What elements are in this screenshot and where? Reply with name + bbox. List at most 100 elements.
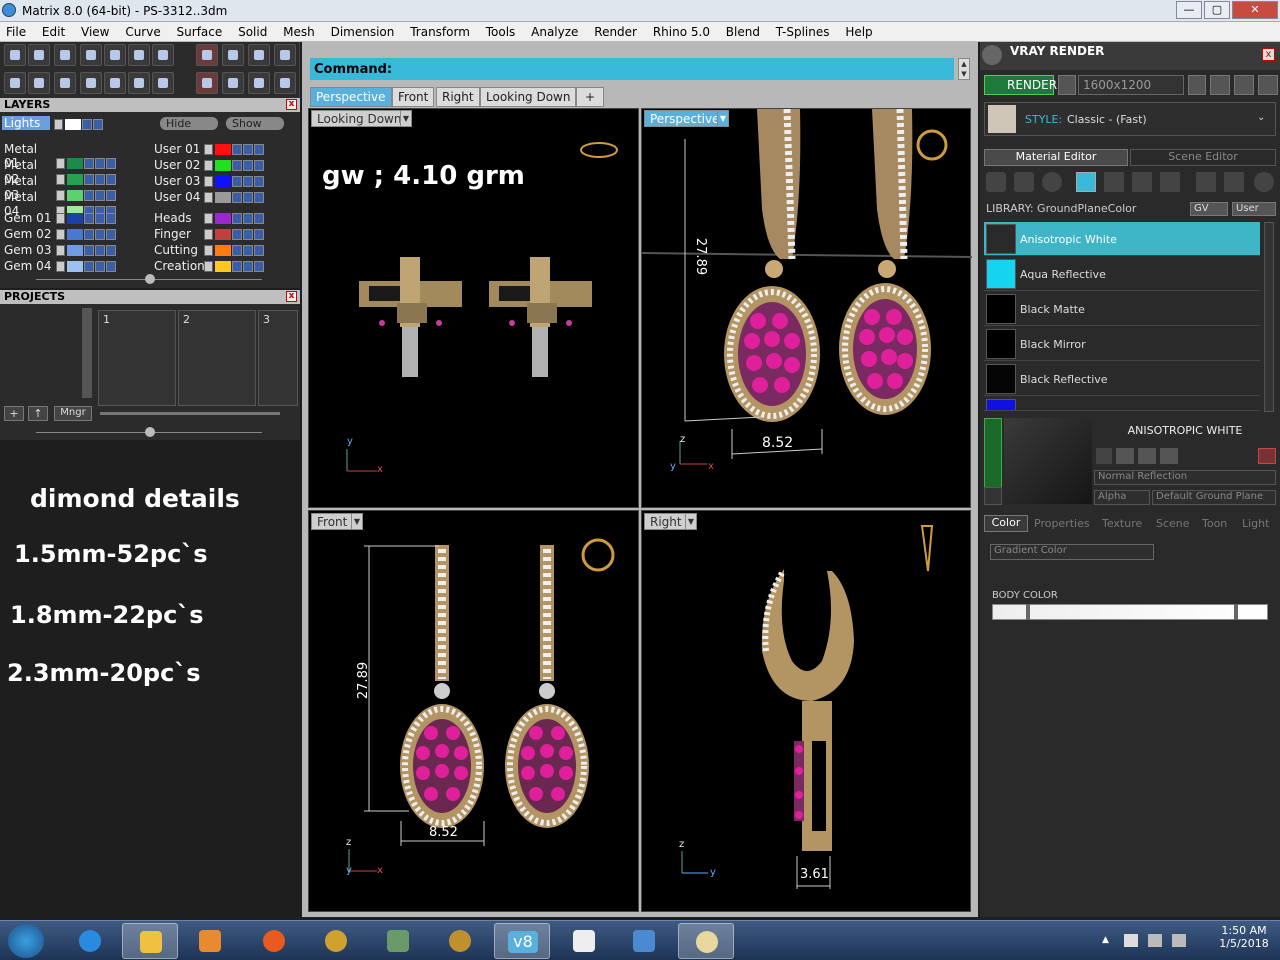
- tray-arrow-icon[interactable]: ▲: [1102, 935, 1109, 945]
- subtab-texture[interactable]: Texture: [1102, 517, 1142, 530]
- layer-row[interactable]: Heads: [154, 211, 264, 225]
- maximize-button[interactable]: ▢: [1204, 1, 1230, 19]
- menu-analyze[interactable]: Analyze: [525, 22, 584, 39]
- select-icon[interactable]: [254, 160, 264, 171]
- network-icon[interactable]: [1148, 934, 1162, 947]
- lights-swatch[interactable]: [65, 119, 81, 130]
- tab-right[interactable]: Right: [436, 87, 480, 107]
- system-clock[interactable]: 1:50 AM 1/5/2018: [1214, 924, 1274, 950]
- gem-icon[interactable]: [1014, 172, 1034, 192]
- visibility-icon[interactable]: [95, 213, 105, 224]
- tab-material-editor[interactable]: Material Editor: [984, 149, 1128, 166]
- command-scroll[interactable]: ▲ ▼: [958, 58, 970, 80]
- close-icon[interactable]: x: [286, 99, 297, 110]
- material-item[interactable]: Aqua Reflective: [984, 257, 1260, 291]
- visibility-icon[interactable]: [95, 245, 105, 256]
- taskbar-matrix[interactable]: v8: [494, 923, 550, 959]
- layer-row[interactable]: Gem 04: [4, 259, 116, 273]
- viewport-right[interactable]: Right ▼ 3.61 z y: [641, 510, 971, 912]
- layer-color-swatch[interactable]: [215, 229, 231, 240]
- lock-icon[interactable]: [232, 213, 242, 224]
- window-tool-icon[interactable]: [28, 72, 50, 94]
- subtab-light[interactable]: Light: [1242, 517, 1269, 530]
- add-view-button[interactable]: +: [576, 87, 604, 107]
- expand-icon[interactable]: [204, 192, 213, 203]
- select-icon[interactable]: [106, 213, 116, 224]
- material-scrollbar[interactable]: [1264, 222, 1274, 412]
- visibility-icon[interactable]: [243, 245, 253, 256]
- layer-color-swatch[interactable]: [215, 176, 231, 187]
- pattern-icon[interactable]: [1132, 172, 1152, 192]
- select-icon[interactable]: [254, 213, 264, 224]
- layer-row[interactable]: Gem 02: [4, 227, 116, 241]
- taskbar-explorer[interactable]: [122, 923, 178, 959]
- select-icon[interactable]: [254, 229, 264, 240]
- layer-color-swatch[interactable]: [67, 245, 83, 256]
- visibility-icon[interactable]: [243, 192, 253, 203]
- layer-row[interactable]: User 04: [154, 190, 264, 204]
- lock-icon[interactable]: [84, 213, 94, 224]
- taskbar-monitor[interactable]: [370, 923, 426, 959]
- picker-icon[interactable]: [1196, 172, 1216, 192]
- chevron-down-icon[interactable]: ⌄: [1257, 112, 1265, 123]
- layer-row[interactable]: Metal 02: [4, 158, 116, 186]
- fire-icon[interactable]: [986, 172, 1006, 192]
- lock-icon[interactable]: [84, 261, 94, 272]
- rotate-tool-icon[interactable]: [248, 72, 270, 94]
- layer-color-swatch[interactable]: [215, 192, 231, 203]
- viewport-perspective[interactable]: Perspective ▼ 27.89 8.52 z y x: [641, 108, 972, 508]
- show-toggle[interactable]: Show: [226, 117, 284, 130]
- layer-color-swatch[interactable]: [67, 261, 83, 272]
- layer-color-swatch[interactable]: [215, 261, 231, 272]
- rewind-icon[interactable]: [1188, 75, 1206, 95]
- reflection-select[interactable]: Normal Reflection: [1094, 470, 1276, 485]
- menu-transform[interactable]: Transform: [404, 22, 476, 39]
- menu-render[interactable]: Render: [588, 22, 643, 39]
- taskbar-ring-app-2[interactable]: [432, 923, 488, 959]
- visibility-icon[interactable]: [93, 119, 103, 130]
- expand-icon[interactable]: [56, 213, 65, 224]
- style-selector[interactable]: STYLE: Classic - (Fast) ⌄: [984, 102, 1276, 136]
- list-tool-icon[interactable]: [104, 44, 126, 66]
- layer-color-swatch[interactable]: [215, 245, 231, 256]
- expand-icon[interactable]: [204, 261, 213, 272]
- taskbar-firefox[interactable]: [246, 923, 302, 959]
- material-item[interactable]: Black Matte: [984, 292, 1260, 326]
- assign-icon[interactable]: [1224, 172, 1244, 192]
- layer-row[interactable]: Gem 01: [4, 211, 116, 225]
- menu-dimension[interactable]: Dimension: [325, 22, 401, 39]
- up-project-button[interactable]: ↑: [28, 406, 48, 421]
- volume-icon[interactable]: [1172, 934, 1186, 947]
- visibility-icon[interactable]: [95, 229, 105, 240]
- subtab-properties[interactable]: Properties: [1034, 517, 1090, 530]
- viewport-looking-down[interactable]: Looking Down ▼ gw ; 4.10 grm y x: [308, 108, 639, 508]
- layer-row[interactable]: Cutting: [154, 243, 264, 257]
- texture-icon[interactable]: [1104, 172, 1124, 192]
- manager-button[interactable]: Mngr: [54, 406, 92, 421]
- settings-icon[interactable]: [1258, 75, 1278, 95]
- add-project-button[interactable]: +: [4, 406, 24, 421]
- taskbar-paint[interactable]: [678, 923, 734, 959]
- lock-icon[interactable]: [84, 229, 94, 240]
- export-tool-icon[interactable]: [274, 44, 296, 66]
- tab-front[interactable]: Front: [392, 87, 435, 107]
- body-color-gradient[interactable]: [992, 604, 1268, 620]
- menu-tools[interactable]: Tools: [480, 22, 522, 39]
- taskbar-media[interactable]: [182, 923, 238, 959]
- save-icon[interactable]: [1096, 448, 1112, 464]
- gradient-select[interactable]: Gradient Color: [990, 544, 1154, 560]
- layer-row[interactable]: Metal 04: [4, 190, 116, 218]
- expand-icon[interactable]: [56, 229, 65, 240]
- menu-mesh[interactable]: Mesh: [277, 22, 321, 39]
- visibility-icon[interactable]: [243, 229, 253, 240]
- subtab-color[interactable]: Color: [984, 515, 1028, 532]
- expand-icon[interactable]: [204, 229, 213, 240]
- paste-icon[interactable]: [1138, 448, 1156, 464]
- refresh-icon[interactable]: [1258, 448, 1276, 464]
- user-toggle[interactable]: User: [1232, 202, 1276, 216]
- layer-color-swatch[interactable]: [215, 144, 231, 155]
- checker-icon[interactable]: [1160, 172, 1180, 192]
- material-swatch-icon[interactable]: [1076, 172, 1096, 192]
- box-tool-icon[interactable]: [80, 44, 102, 66]
- command-bar[interactable]: Command:: [310, 58, 954, 80]
